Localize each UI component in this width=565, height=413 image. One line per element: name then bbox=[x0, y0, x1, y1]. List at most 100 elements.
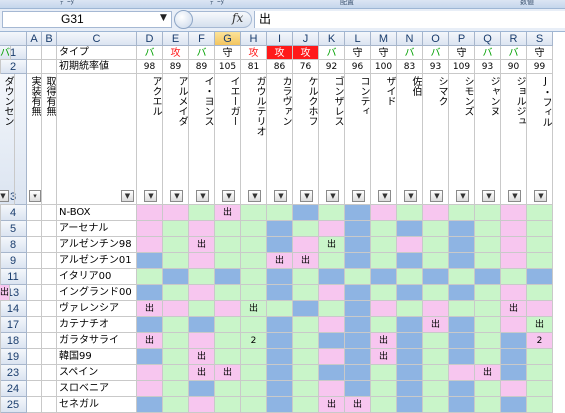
data-cell[interactable] bbox=[397, 397, 423, 413]
cell-b[interactable] bbox=[42, 205, 57, 221]
cell-a[interactable] bbox=[27, 285, 42, 301]
team-name[interactable]: アルゼンチン01 bbox=[57, 253, 137, 269]
data-cell[interactable] bbox=[215, 253, 241, 269]
data-cell[interactable]: 出 bbox=[293, 253, 319, 269]
data-cell[interactable] bbox=[189, 285, 215, 301]
data-cell[interactable] bbox=[423, 221, 449, 237]
data-cell[interactable] bbox=[241, 221, 267, 237]
data-cell[interactable] bbox=[423, 269, 449, 285]
data-cell[interactable] bbox=[293, 205, 319, 221]
data-cell[interactable]: 出 bbox=[319, 397, 345, 413]
filter-dropdown-icon[interactable]: ▼ bbox=[534, 190, 547, 202]
column-header-e[interactable]: E bbox=[163, 32, 189, 46]
data-cell[interactable]: 出 bbox=[189, 365, 215, 381]
data-cell[interactable] bbox=[527, 221, 553, 237]
filter-dropdown-icon[interactable]: ▼ bbox=[430, 190, 443, 202]
data-cell[interactable] bbox=[319, 285, 345, 301]
data-cell[interactable] bbox=[293, 237, 319, 253]
data-cell[interactable] bbox=[345, 237, 371, 253]
data-cell[interactable] bbox=[293, 397, 319, 413]
data-cell[interactable] bbox=[189, 205, 215, 221]
data-cell[interactable] bbox=[241, 237, 267, 253]
data-cell[interactable] bbox=[215, 269, 241, 285]
data-cell[interactable]: 出 bbox=[241, 301, 267, 317]
data-cell[interactable] bbox=[241, 397, 267, 413]
filter-dropdown-icon[interactable]: ▼ bbox=[300, 190, 313, 202]
cell-a[interactable] bbox=[27, 397, 42, 413]
data-cell[interactable] bbox=[423, 301, 449, 317]
team-name[interactable]: スロベニア bbox=[57, 381, 137, 397]
column-header-m[interactable]: M bbox=[371, 32, 397, 46]
filter-dropdown-icon[interactable]: ▼ bbox=[326, 190, 339, 202]
team-name[interactable]: カテナチオ bbox=[57, 317, 137, 333]
data-cell[interactable] bbox=[345, 253, 371, 269]
data-cell[interactable] bbox=[319, 381, 345, 397]
data-cell[interactable] bbox=[319, 349, 345, 365]
team-name[interactable]: イタリア00 bbox=[57, 269, 137, 285]
data-cell[interactable] bbox=[163, 221, 189, 237]
filter-dropdown-icon[interactable]: ▼ bbox=[0, 190, 9, 202]
data-cell[interactable] bbox=[267, 285, 293, 301]
data-cell[interactable] bbox=[163, 365, 189, 381]
data-cell[interactable] bbox=[267, 381, 293, 397]
data-cell[interactable] bbox=[423, 397, 449, 413]
data-cell[interactable] bbox=[397, 285, 423, 301]
filter-dropdown-icon[interactable]: ▼ bbox=[378, 190, 391, 202]
data-cell[interactable] bbox=[137, 253, 163, 269]
data-cell[interactable] bbox=[371, 285, 397, 301]
cell-a[interactable] bbox=[27, 205, 42, 221]
data-cell[interactable] bbox=[449, 269, 475, 285]
data-cell[interactable] bbox=[241, 253, 267, 269]
data-cell[interactable] bbox=[475, 333, 501, 349]
select-all-corner[interactable] bbox=[0, 32, 27, 46]
row-header-2[interactable]: 2 bbox=[0, 60, 27, 74]
data-cell[interactable] bbox=[0, 237, 1, 253]
row-header-11[interactable]: 11 bbox=[0, 269, 27, 285]
data-cell[interactable] bbox=[371, 205, 397, 221]
row-header-24[interactable]: 24 bbox=[0, 381, 27, 397]
data-cell[interactable] bbox=[501, 205, 527, 221]
data-cell[interactable] bbox=[423, 285, 449, 301]
data-cell[interactable] bbox=[319, 253, 345, 269]
data-cell[interactable] bbox=[501, 317, 527, 333]
data-cell[interactable] bbox=[449, 317, 475, 333]
data-cell[interactable] bbox=[267, 269, 293, 285]
data-cell[interactable] bbox=[0, 317, 1, 333]
data-cell[interactable] bbox=[241, 365, 267, 381]
row-header-23[interactable]: 23 bbox=[0, 365, 27, 381]
data-cell[interactable]: 出 bbox=[215, 205, 241, 221]
data-cell[interactable] bbox=[293, 317, 319, 333]
team-name[interactable]: アーセナル bbox=[57, 221, 137, 237]
data-cell[interactable]: 2 bbox=[527, 333, 553, 349]
data-cell[interactable] bbox=[397, 237, 423, 253]
data-cell[interactable] bbox=[501, 365, 527, 381]
name-box-dropdown-icon[interactable]: ▼ bbox=[160, 13, 167, 23]
data-cell[interactable] bbox=[371, 301, 397, 317]
data-cell[interactable] bbox=[137, 221, 163, 237]
data-cell[interactable] bbox=[163, 397, 189, 413]
filter-dropdown-icon[interactable]: ▼ bbox=[196, 190, 209, 202]
data-cell[interactable] bbox=[163, 205, 189, 221]
column-header-n[interactable]: N bbox=[397, 32, 423, 46]
team-name[interactable]: ガラタサライ bbox=[57, 333, 137, 349]
data-cell[interactable] bbox=[397, 365, 423, 381]
data-cell[interactable] bbox=[137, 269, 163, 285]
team-name[interactable]: イングランド00 bbox=[57, 285, 137, 301]
data-cell[interactable] bbox=[449, 381, 475, 397]
data-cell[interactable] bbox=[449, 253, 475, 269]
cell-a[interactable] bbox=[27, 381, 42, 397]
data-cell[interactable] bbox=[0, 397, 1, 413]
column-header-g[interactable]: G bbox=[215, 32, 241, 46]
data-cell[interactable] bbox=[345, 333, 371, 349]
cell-a2[interactable] bbox=[27, 60, 42, 74]
row-header-8[interactable]: 8 bbox=[0, 237, 27, 253]
data-cell[interactable] bbox=[371, 397, 397, 413]
data-cell[interactable] bbox=[293, 381, 319, 397]
data-cell[interactable] bbox=[423, 205, 449, 221]
data-cell[interactable] bbox=[345, 269, 371, 285]
data-cell[interactable] bbox=[397, 301, 423, 317]
filter-dropdown-icon[interactable]: ▼ bbox=[508, 190, 521, 202]
cell-b[interactable] bbox=[42, 381, 57, 397]
data-cell[interactable] bbox=[241, 269, 267, 285]
data-cell[interactable] bbox=[345, 365, 371, 381]
